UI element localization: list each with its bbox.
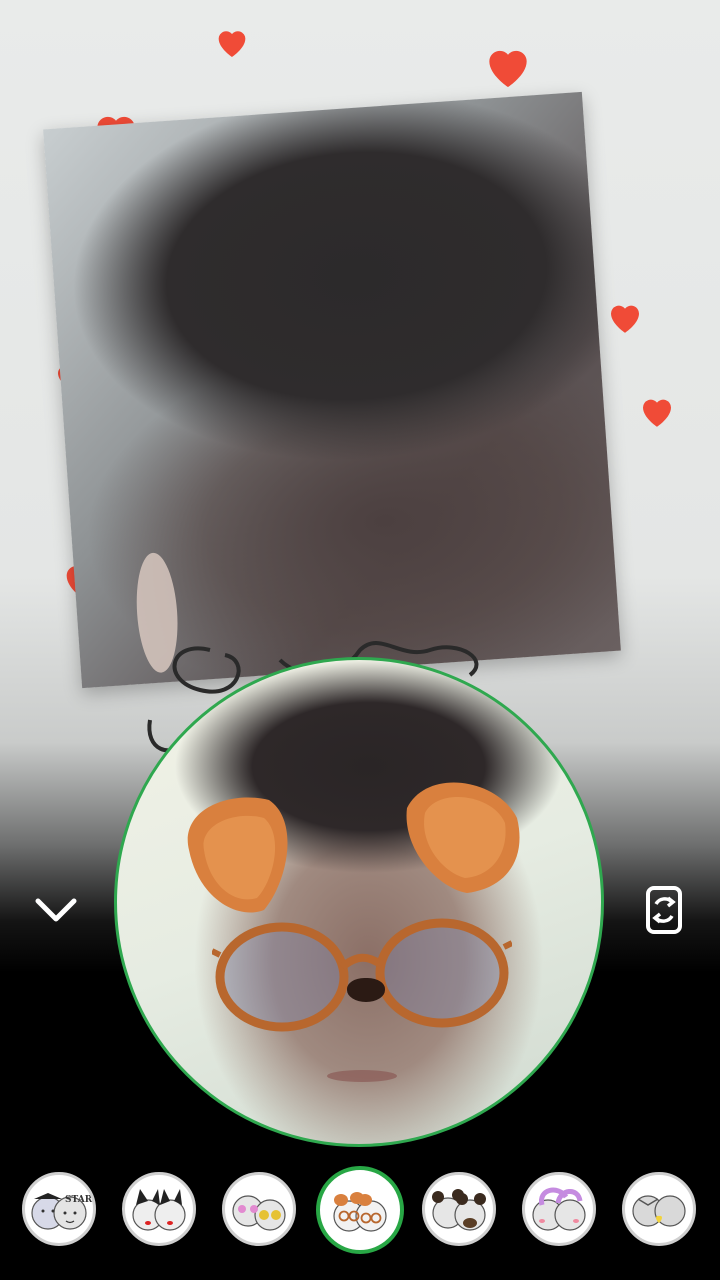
heart-glasses-filter-icon [232, 1195, 286, 1231]
collapse-button[interactable] [26, 880, 86, 940]
switch-camera-button[interactable] [634, 880, 694, 940]
filter-bear-ears[interactable] [422, 1172, 496, 1246]
heart-icon [611, 305, 639, 333]
bunny-ears-filter-icon [532, 1187, 586, 1231]
filter-carousel: STAR [0, 1164, 720, 1256]
camera-preview[interactable] [114, 657, 604, 1147]
filter-heart-nose[interactable] [622, 1172, 696, 1246]
filter-cat-ears[interactable] [122, 1172, 196, 1246]
cat-ears-filter-icon [132, 1189, 186, 1231]
camera-switch-icon [646, 886, 682, 934]
mouth [327, 1070, 397, 1082]
glasses-filter [212, 918, 512, 1032]
chevron-down-icon [35, 898, 77, 922]
heart-nose-filter-icon [632, 1195, 686, 1227]
heart-icon [489, 50, 527, 87]
dog-ear-left [187, 797, 288, 913]
heart-icon [218, 31, 246, 57]
star-face-filter-icon [31, 1193, 87, 1230]
filter-heart-glasses[interactable] [222, 1172, 296, 1246]
dog-ear-right [406, 782, 520, 893]
puppy-ears-glasses-filter-icon [333, 1192, 387, 1232]
filter-star-face[interactable]: STAR [22, 1172, 96, 1246]
background-photo [43, 91, 621, 689]
heart-icon [643, 399, 671, 427]
dog-nose-filter [347, 978, 385, 1002]
bear-ears-filter-icon [432, 1189, 486, 1231]
filter-puppy-ears-glasses[interactable] [316, 1166, 404, 1254]
filter-label: STAR [65, 1195, 93, 1205]
filter-bunny-ears[interactable] [522, 1172, 596, 1246]
